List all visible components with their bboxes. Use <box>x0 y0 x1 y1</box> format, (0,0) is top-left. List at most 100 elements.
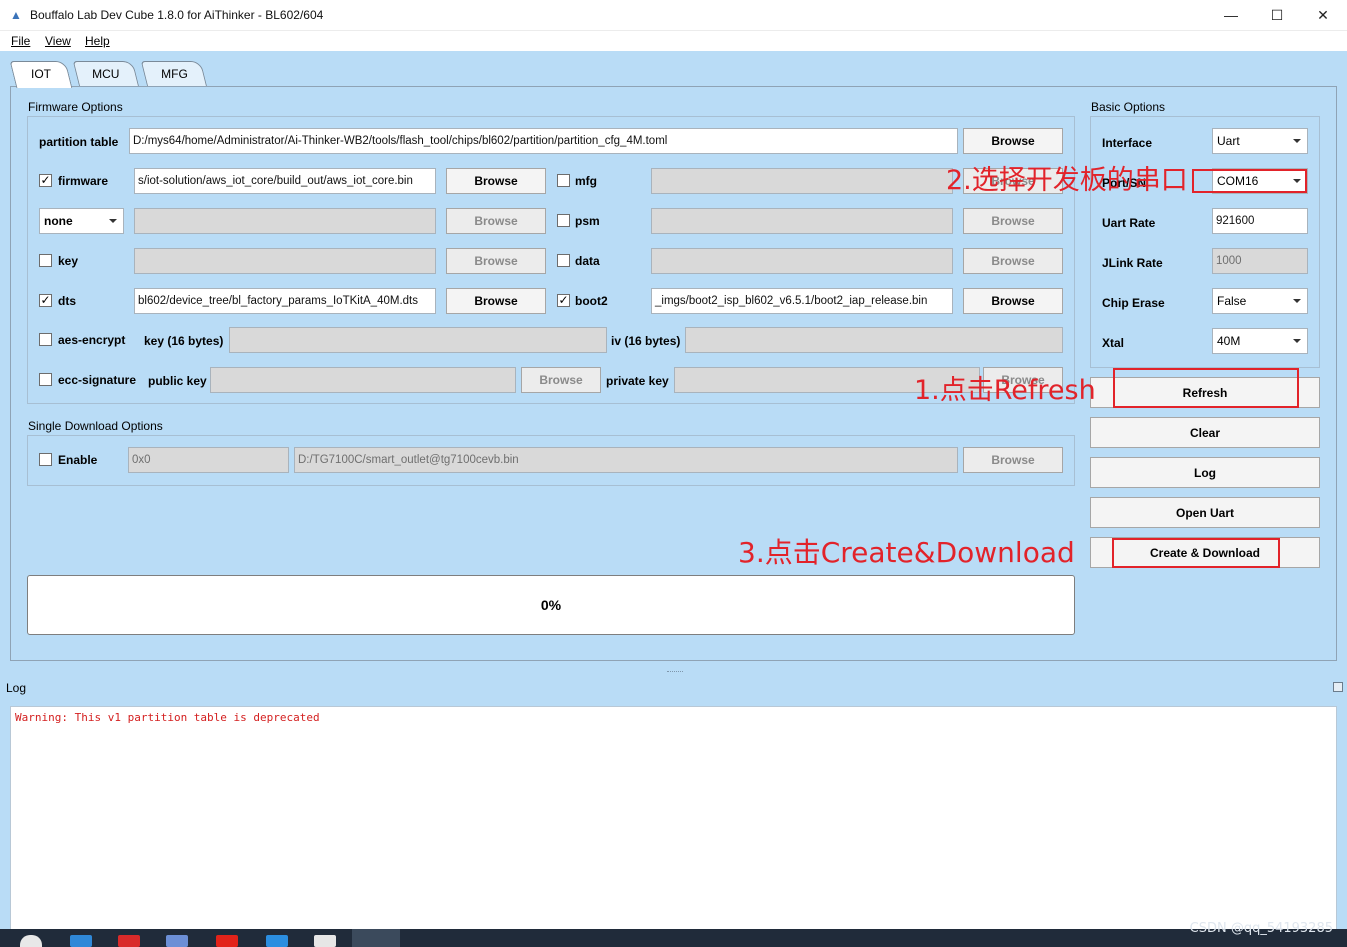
maximize-button[interactable]: ☐ <box>1254 0 1300 31</box>
aes-encrypt-label: aes-encrypt <box>58 333 126 347</box>
dts-input[interactable]: bl602/device_tree/bl_factory_params_IoTK… <box>134 288 436 314</box>
psm-browse-button[interactable]: Browse <box>963 208 1063 234</box>
window-title: Bouffalo Lab Dev Cube 1.8.0 for AiThinke… <box>30 8 324 22</box>
boot2-input[interactable]: _imgs/boot2_isp_bl602_v6.5.1/boot2_iap_r… <box>651 288 953 314</box>
data-input[interactable] <box>651 248 953 274</box>
float-icon[interactable] <box>1333 682 1343 692</box>
menu-file[interactable]: File <box>11 34 30 48</box>
annotation-step1: 1.点击Refresh <box>914 375 1096 406</box>
partition-table-label: partition table <box>39 135 119 149</box>
interface-label: Interface <box>1102 136 1153 150</box>
public-key-label: public key <box>148 374 207 388</box>
psm-checkbox[interactable] <box>557 214 570 227</box>
jlink-rate-label: JLink Rate <box>1102 256 1163 270</box>
none-browse-button[interactable]: Browse <box>446 208 546 234</box>
minimize-button[interactable]: — <box>1208 0 1254 31</box>
aes-key-label: key (16 bytes) <box>144 334 224 348</box>
log-title: Log <box>6 681 27 695</box>
data-checkbox[interactable] <box>557 254 570 267</box>
splitter-handle[interactable] <box>667 671 683 673</box>
boot2-checkbox[interactable]: ✓ <box>557 294 570 307</box>
tab-iot[interactable]: IOT <box>9 61 73 88</box>
uart-rate-label: Uart Rate <box>1102 216 1156 230</box>
psm-label: psm <box>575 214 600 228</box>
vscode-icon[interactable] <box>266 935 288 947</box>
key-label: key <box>58 254 79 268</box>
devcube-icon[interactable] <box>352 929 400 947</box>
tab-mfg[interactable]: MFG <box>140 61 208 87</box>
open-uart-button[interactable]: Open Uart <box>1090 497 1320 528</box>
media-icon[interactable] <box>70 935 92 947</box>
jlink-rate-input[interactable]: 1000 <box>1212 248 1308 274</box>
annotation-step3: 3.点击Create&Download <box>738 536 1075 569</box>
watermark: CSDN @qq_54193285 <box>1189 921 1333 936</box>
key-browse-button[interactable]: Browse <box>446 248 546 274</box>
uart-rate-input[interactable]: 921600 <box>1212 208 1308 234</box>
app-tianmao-icon[interactable] <box>216 935 238 947</box>
firmware-label: firmware <box>58 174 109 188</box>
interface-select[interactable]: Uart <box>1212 128 1308 154</box>
taskbar <box>0 929 1347 947</box>
partition-browse-button[interactable]: Browse <box>963 128 1063 154</box>
public-key-browse-button[interactable]: Browse <box>521 367 601 393</box>
annotation-step2: 2.选择开发板的串口 <box>946 165 1188 196</box>
firmware-browse-button[interactable]: Browse <box>446 168 546 194</box>
none-input[interactable] <box>134 208 436 234</box>
chevron-down-icon <box>1293 139 1301 143</box>
title-bar: ▲ Bouffalo Lab Dev Cube 1.8.0 for AiThin… <box>0 0 1347 31</box>
log-panel[interactable]: Warning: This v1 partition table is depr… <box>10 706 1337 930</box>
data-browse-button[interactable]: Browse <box>963 248 1063 274</box>
progress-text: 0% <box>540 597 562 613</box>
chevron-down-icon <box>1293 179 1301 183</box>
mfg-input[interactable] <box>651 168 953 194</box>
partition-select[interactable]: none <box>39 208 124 234</box>
single-browse-button[interactable]: Browse <box>963 447 1063 473</box>
single-path-input[interactable]: D:/TG7100C/smart_outlet@tg7100cevb.bin <box>294 447 958 473</box>
tab-mcu[interactable]: MCU <box>72 61 140 87</box>
app-blue-icon[interactable] <box>166 935 188 947</box>
aes-key-input[interactable] <box>229 327 607 353</box>
create-download-button[interactable]: Create & Download <box>1090 537 1320 568</box>
close-button[interactable]: ✕ <box>1300 0 1346 31</box>
port-select[interactable]: COM16 <box>1212 168 1308 194</box>
firmware-input[interactable]: s/iot-solution/aws_iot_core/build_out/aw… <box>134 168 436 194</box>
partition-table-input[interactable]: D:/mys64/home/Administrator/Ai-Thinker-W… <box>129 128 958 154</box>
single-download-title: Single Download Options <box>28 419 163 433</box>
dts-browse-button[interactable]: Browse <box>446 288 546 314</box>
menu-view[interactable]: View <box>45 34 71 48</box>
menu-bar: File View Help <box>0 31 1347 51</box>
key-input[interactable] <box>134 248 436 274</box>
dts-checkbox[interactable]: ✓ <box>39 294 52 307</box>
private-key-label: private key <box>606 374 669 388</box>
basic-options-title: Basic Options <box>1091 100 1166 114</box>
psm-input[interactable] <box>651 208 953 234</box>
mfg-checkbox[interactable] <box>557 174 570 187</box>
boot2-browse-button[interactable]: Browse <box>963 288 1063 314</box>
aes-encrypt-checkbox[interactable] <box>39 333 52 346</box>
mfg-label: mfg <box>575 174 597 188</box>
public-key-input[interactable] <box>210 367 516 393</box>
notepad-icon[interactable] <box>314 935 336 947</box>
key-checkbox[interactable] <box>39 254 52 267</box>
enable-checkbox[interactable] <box>39 453 52 466</box>
xtal-label: Xtal <box>1102 336 1125 350</box>
boot2-label: boot2 <box>575 294 608 308</box>
chevron-down-icon <box>109 219 117 223</box>
menu-help[interactable]: Help <box>85 34 110 48</box>
data-label: data <box>575 254 600 268</box>
chip-erase-select[interactable]: False <box>1212 288 1308 314</box>
address-input[interactable]: 0x0 <box>128 447 289 473</box>
start-icon[interactable] <box>20 935 42 947</box>
refresh-button[interactable]: Refresh <box>1090 377 1320 408</box>
aes-iv-input[interactable] <box>685 327 1063 353</box>
cube-icon: ▲ <box>10 8 22 22</box>
ecc-signature-checkbox[interactable] <box>39 373 52 386</box>
clear-button[interactable]: Clear <box>1090 417 1320 448</box>
app-red-icon[interactable] <box>118 935 140 947</box>
xtal-select[interactable]: 40M <box>1212 328 1308 354</box>
chip-erase-label: Chip Erase <box>1102 296 1165 310</box>
progress-bar: 0% <box>27 575 1075 635</box>
firmware-checkbox[interactable]: ✓ <box>39 174 52 187</box>
log-button[interactable]: Log <box>1090 457 1320 488</box>
chevron-down-icon <box>1293 339 1301 343</box>
